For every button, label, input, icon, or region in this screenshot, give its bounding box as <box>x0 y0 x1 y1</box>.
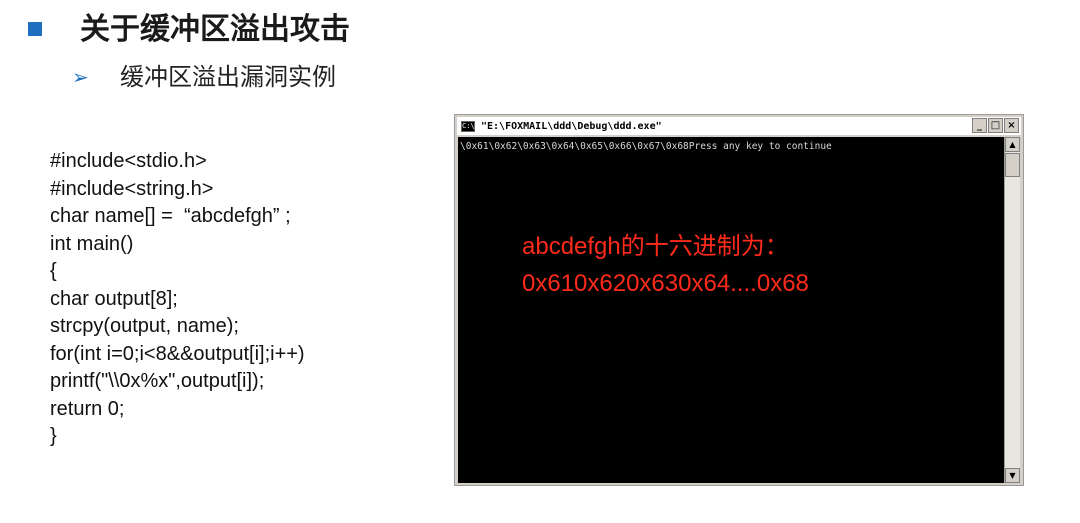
code-line: #include<stdio.h> <box>50 150 207 172</box>
code-line: return 0; <box>50 397 125 420</box>
code-line: char name[] = “abcdefgh” ; <box>50 205 291 227</box>
code-listing: #include<stdio.h> #include<string.h> cha… <box>50 148 305 451</box>
slide-title: 关于缓冲区溢出攻击 <box>80 12 350 47</box>
maximize-button[interactable]: □ <box>988 118 1003 133</box>
console-window[interactable]: C:\ "E:\FOXMAIL\ddd\Debug\ddd.exe" _ □ ×… <box>454 114 1024 486</box>
arrow-bullet-icon: ➢ <box>72 65 89 89</box>
code-line: strcpy(output, name); <box>50 315 239 337</box>
close-button[interactable]: × <box>1004 118 1019 133</box>
code-line: printf("\\0x%x",output[i]); <box>50 370 265 392</box>
console-titlebar[interactable]: C:\ "E:\FOXMAIL\ddd\Debug\ddd.exe" _ □ × <box>457 117 1021 135</box>
code-line: int main() <box>50 232 134 255</box>
console-window-title: "E:\FOXMAIL\ddd\Debug\ddd.exe" <box>481 120 662 132</box>
code-line: { <box>50 260 57 282</box>
square-bullet-icon <box>28 22 42 36</box>
slide-subtitle: 缓冲区溢出漏洞实例 <box>120 63 336 91</box>
scroll-down-icon[interactable]: ▼ <box>1005 468 1020 483</box>
code-line: #include<string.h> <box>50 177 214 200</box>
console-output-area[interactable]: \0x61\0x62\0x63\0x64\0x65\0x66\0x67\0x68… <box>458 137 1004 483</box>
code-line: for(int i=0;i<8&&output[i];i++) <box>50 342 305 365</box>
scroll-up-icon[interactable]: ▲ <box>1005 137 1020 152</box>
minimize-button[interactable]: _ <box>972 118 987 133</box>
console-app-icon[interactable]: C:\ <box>461 120 475 132</box>
vertical-scrollbar[interactable]: ▲ ▼ <box>1004 137 1020 483</box>
window-controls: _ □ × <box>972 118 1019 133</box>
code-line: } <box>50 425 57 447</box>
hex-annotation-line1: abcdefgh的十六进制为： <box>522 233 789 260</box>
code-line: char output[8]; <box>50 287 178 310</box>
scrollbar-thumb[interactable] <box>1005 153 1020 177</box>
hex-annotation-line2: 0x610x620x630x64....0x68 <box>522 270 809 297</box>
console-output-line: \0x61\0x62\0x63\0x64\0x65\0x66\0x67\0x68… <box>460 141 832 152</box>
